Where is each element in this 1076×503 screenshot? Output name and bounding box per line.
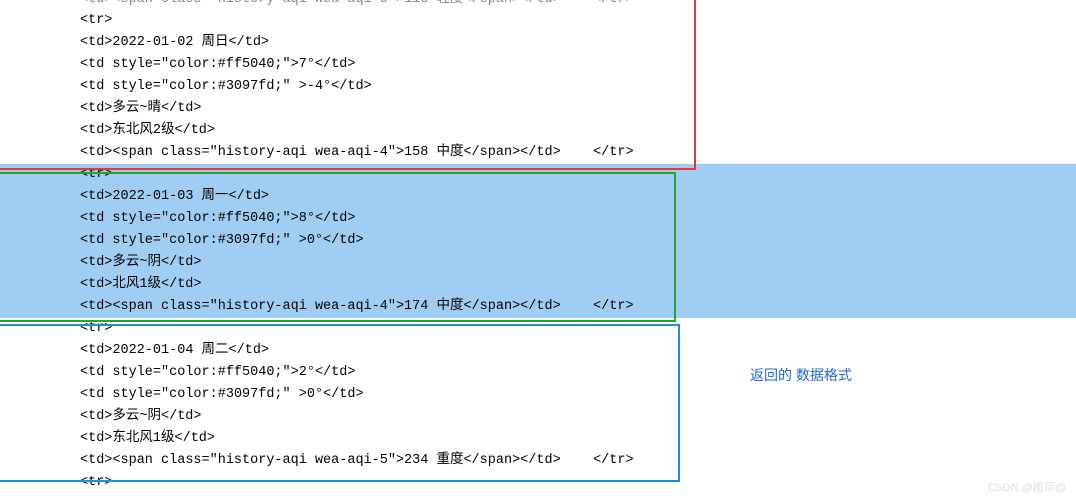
code-line[interactable]: <td style="color:#3097fd;" >0°</td> [0, 230, 1076, 252]
code-line[interactable]: <td>北风1级</td> [0, 274, 1076, 296]
code-line[interactable]: <td style="color:#3097fd;" >-4°</td> [80, 76, 1076, 98]
code-area: <td><span class="history-aqi wea-aqi-3">… [0, 0, 1076, 494]
code-line[interactable]: <td style="color:#ff5040;">8°</td> [0, 208, 1076, 230]
code-line[interactable]: <td><span class="history-aqi wea-aqi-3">… [80, 0, 1076, 10]
code-line[interactable]: <td>2022-01-04 周二</td> [80, 340, 1076, 362]
code-line[interactable]: <td>2022-01-03 周一</td> [0, 186, 1076, 208]
code-line[interactable]: <td><span class="history-aqi wea-aqi-5">… [80, 450, 1076, 472]
code-line[interactable]: <tr> [80, 318, 1076, 340]
annotation-label: 返回的 数据格式 [750, 364, 852, 386]
code-line[interactable]: <td>东北风1级</td> [80, 428, 1076, 450]
code-line[interactable]: <td>多云~阴</td> [0, 252, 1076, 274]
code-line[interactable]: <td>东北风2级</td> [80, 120, 1076, 142]
code-line[interactable]: <tr> [80, 472, 1076, 494]
code-line[interactable]: <td>多云~阴</td> [80, 406, 1076, 428]
code-line[interactable]: <td><span class="history-aqi wea-aqi-4">… [0, 296, 1076, 318]
code-line[interactable]: <tr> [0, 164, 1076, 186]
code-line[interactable]: <td style="color:#ff5040;">2°</td> [80, 362, 1076, 384]
watermark: CSDN @雨师@ [987, 477, 1066, 499]
code-line[interactable]: <tr> [80, 10, 1076, 32]
code-line[interactable]: <td style="color:#3097fd;" >0°</td> [80, 384, 1076, 406]
code-line[interactable]: <td style="color:#ff5040;">7°</td> [80, 54, 1076, 76]
code-line[interactable]: <td><span class="history-aqi wea-aqi-4">… [80, 142, 1076, 164]
code-line[interactable]: <td>2022-01-02 周日</td> [80, 32, 1076, 54]
code-line[interactable]: <td>多云~晴</td> [80, 98, 1076, 120]
